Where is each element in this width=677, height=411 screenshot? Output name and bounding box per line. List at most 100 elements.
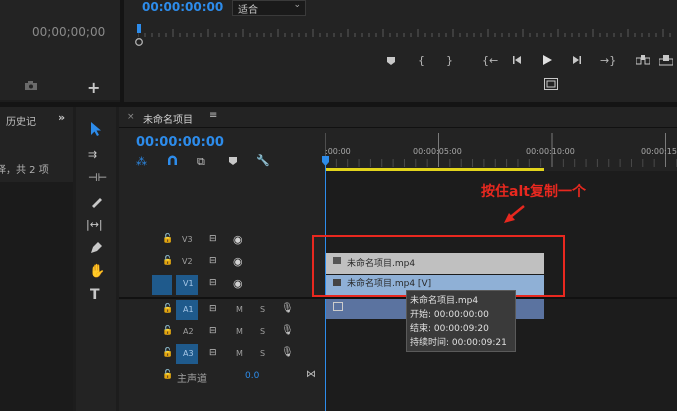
- lock-icon[interactable]: 🔓: [162, 256, 173, 266]
- clip-tooltip: 未命名项目.mp4 开始: 00:00:00:00 结束: 00:00:09:2…: [406, 290, 516, 352]
- sync-lock-icon[interactable]: ⊟: [209, 326, 217, 336]
- track-a3-header: 🔓 A3 ⊟ M S 🎙: [119, 344, 325, 364]
- mute-button[interactable]: M: [236, 349, 243, 358]
- mute-button[interactable]: M: [236, 327, 243, 336]
- master-track-header: 🔓 主声道 0.0 ⋈: [119, 367, 325, 387]
- track-a2-header: 🔓 A2 ⊟ M S 🎙: [119, 322, 325, 342]
- step-forward-icon[interactable]: [572, 55, 582, 65]
- camera-icon[interactable]: [24, 80, 38, 91]
- microphone-icon[interactable]: 🎙: [281, 325, 294, 336]
- out-point-icon[interactable]: }: [446, 54, 453, 67]
- timeline-panel: × 未命名项目 ≡ 00:00:00:00 ⁂ ⧉ 🔧 :00:00 00:00…: [119, 107, 677, 411]
- track-name[interactable]: V1: [183, 279, 194, 288]
- snap-icon[interactable]: [167, 155, 178, 166]
- program-playhead[interactable]: [135, 24, 143, 46]
- tooltip-start: 开始: 00:00:00:00: [410, 310, 489, 320]
- program-timecode[interactable]: 00:00:00:00: [142, 0, 223, 14]
- tab-underline: [119, 127, 677, 128]
- eye-icon[interactable]: ◉: [233, 233, 243, 246]
- close-icon[interactable]: ×: [127, 112, 135, 122]
- tooltip-clip-name: 未命名项目.mp4: [410, 296, 479, 306]
- play-icon[interactable]: [541, 54, 553, 66]
- sync-lock-icon[interactable]: ⊟: [209, 278, 217, 288]
- lock-icon[interactable]: 🔓: [162, 348, 173, 358]
- program-mini-ruler[interactable]: [138, 26, 673, 40]
- microphone-icon[interactable]: 🎙: [281, 303, 294, 314]
- type-tool-icon[interactable]: T: [90, 287, 100, 303]
- track-name[interactable]: A2: [183, 327, 194, 336]
- linked-selection-icon[interactable]: ⧉: [197, 155, 205, 169]
- add-button[interactable]: +: [87, 78, 100, 97]
- lock-icon[interactable]: 🔓: [162, 370, 173, 380]
- chevron-down-icon: ⌄: [293, 0, 301, 10]
- step-back-icon[interactable]: [512, 55, 522, 65]
- sequence-tab-name[interactable]: 未命名项目: [143, 111, 193, 126]
- in-point-icon[interactable]: {: [418, 54, 425, 67]
- timeline-ruler[interactable]: :00:00 00:00:05:00 00:00:10:00 00:00:15: [325, 133, 677, 171]
- source-timecode[interactable]: 00;00;00;00: [32, 25, 105, 39]
- track-name[interactable]: A1: [183, 305, 194, 314]
- program-monitor: 00:00:00:00 适合 ⌄ { } {← →}: [124, 0, 677, 102]
- razor-tool-icon[interactable]: [89, 195, 103, 209]
- solo-button[interactable]: S: [260, 305, 265, 314]
- history-tab[interactable]: 历史记: [6, 113, 36, 128]
- panel-overflow-icon[interactable]: »: [58, 111, 65, 124]
- lock-icon[interactable]: 🔓: [162, 304, 173, 314]
- ruler-label-3: 00:00:15: [641, 147, 677, 156]
- track-name[interactable]: V2: [182, 257, 193, 266]
- lock-icon[interactable]: 🔓: [162, 234, 173, 244]
- wrench-icon[interactable]: 🔧: [256, 154, 270, 167]
- solo-button[interactable]: S: [260, 349, 265, 358]
- fx-badge-icon: [333, 302, 343, 311]
- master-volume[interactable]: 0.0: [245, 371, 259, 381]
- pen-tool-icon[interactable]: [89, 241, 103, 255]
- eye-icon[interactable]: ◉: [233, 277, 243, 290]
- go-to-out-icon[interactable]: →}: [600, 54, 616, 67]
- solo-button[interactable]: S: [260, 327, 265, 336]
- go-to-in-icon[interactable]: {←: [482, 54, 498, 67]
- tooltip-end: 结束: 00:00:09:20: [410, 324, 489, 334]
- tooltip-duration: 持续时间: 00:00:09:21: [410, 338, 507, 348]
- selection-status: 选择，共 2 项: [0, 165, 49, 176]
- timeline-playhead[interactable]: [322, 156, 330, 166]
- selection-tool-icon[interactable]: [89, 121, 103, 137]
- ruler-label-0: :00:00: [325, 147, 351, 156]
- track-name[interactable]: A3: [183, 349, 194, 358]
- source-patch-v1[interactable]: [152, 275, 172, 295]
- ripple-edit-tool-icon[interactable]: ⊣⊢: [88, 171, 107, 184]
- ruler-label-2: 00:00:10:00: [526, 147, 575, 156]
- mute-button[interactable]: M: [236, 305, 243, 314]
- timeline-timecode[interactable]: 00:00:00:00: [136, 135, 224, 150]
- master-track-name: 主声道: [177, 374, 207, 385]
- menu-icon[interactable]: ≡: [209, 110, 217, 121]
- history-panel: 历史记 » 选择，共 2 项: [0, 107, 73, 411]
- insert-icon[interactable]: [636, 55, 650, 66]
- eye-icon[interactable]: ◉: [233, 255, 243, 268]
- overwrite-icon[interactable]: [659, 55, 673, 66]
- go-to-end-icon[interactable]: ⋈: [306, 369, 316, 380]
- hand-tool-icon[interactable]: ✋: [89, 264, 105, 279]
- export-frame-icon[interactable]: [544, 78, 558, 90]
- tools-panel: ⇉ ⊣⊢ |↔| ✋ T: [76, 107, 116, 411]
- track-select-tool-icon[interactable]: ⇉: [88, 148, 97, 161]
- nest-icon[interactable]: ⁂: [136, 155, 147, 168]
- sync-lock-icon[interactable]: ⊟: [209, 256, 217, 266]
- slip-tool-icon[interactable]: |↔|: [86, 218, 103, 231]
- annotation-box: [312, 235, 565, 297]
- annotation-arrow: [502, 203, 528, 225]
- lock-icon[interactable]: 🔓: [162, 326, 173, 336]
- source-monitor: 00;00;00;00 +: [0, 0, 120, 100]
- annotation-text: 按住alt复制一个: [481, 184, 586, 200]
- sync-lock-icon[interactable]: ⊟: [209, 348, 217, 358]
- history-list[interactable]: [0, 182, 73, 411]
- marker-icon[interactable]: [386, 56, 396, 66]
- track-v2-header: 🔓 V2 ⊟ ◉: [119, 253, 325, 273]
- sync-lock-icon[interactable]: ⊟: [209, 304, 217, 314]
- track-v3-header: 🔓 V3 ⊟ ◉: [119, 231, 325, 251]
- track-name[interactable]: V3: [182, 235, 193, 244]
- transport-controls: { } {← →}: [384, 54, 674, 72]
- add-marker-icon[interactable]: [228, 156, 238, 166]
- sync-lock-icon[interactable]: ⊟: [209, 234, 217, 244]
- fit-dropdown[interactable]: 适合 ⌄: [232, 0, 306, 16]
- microphone-icon[interactable]: 🎙: [281, 347, 294, 358]
